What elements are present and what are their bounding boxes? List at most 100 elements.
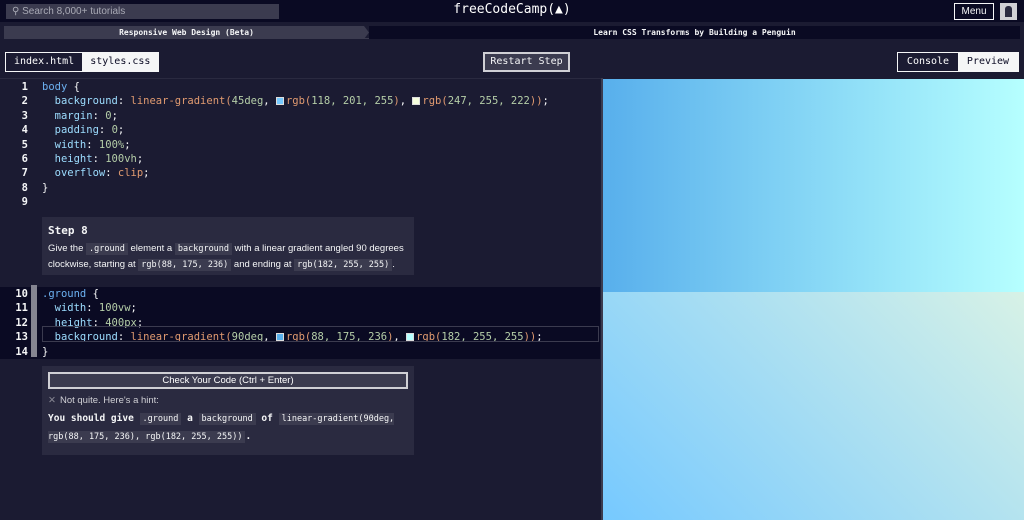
- line-number: 1: [21, 81, 28, 93]
- logo-text-close: ): [562, 2, 571, 17]
- inline-code: rgb(88, 175, 236): [138, 259, 232, 271]
- code-token: width: [42, 302, 87, 315]
- text: Give the: [48, 243, 87, 254]
- tab-index-html[interactable]: index.html: [6, 53, 83, 71]
- line-number: 12: [15, 316, 28, 329]
- code-token: background: [42, 95, 118, 108]
- code-line[interactable]: 11 width: 100vw;: [0, 301, 600, 316]
- code-token: 118, 201, 255: [311, 95, 394, 108]
- line-number: 9: [21, 196, 28, 209]
- breadcrumb-superblock[interactable]: Responsive Web Design (Beta): [4, 26, 369, 39]
- code-token: }: [42, 345, 49, 358]
- code-token: 45deg: [231, 95, 264, 108]
- logo-text: freeCodeCamp(: [453, 2, 556, 17]
- code-text: margin: 0;: [42, 109, 118, 123]
- breadcrumb: Responsive Web Design (Beta) Learn CSS T…: [4, 26, 1020, 39]
- code-token: 100vh: [105, 153, 137, 165]
- code-line[interactable]: 3 margin: 0;: [0, 109, 600, 123]
- code-text: height: 100vh;: [42, 152, 144, 166]
- code-token: :: [92, 153, 106, 165]
- line-number: 2: [21, 95, 28, 108]
- code-token: :: [86, 138, 99, 151]
- editable-region-marker: [31, 285, 37, 357]
- code-token: :: [92, 109, 106, 122]
- code-token: margin: [42, 109, 93, 122]
- line-number: 13: [15, 331, 28, 344]
- tab-preview[interactable]: Preview: [958, 53, 1018, 71]
- code-token: {: [92, 288, 99, 300]
- hint-status: ✕ Not quite. Here's a hint:: [48, 395, 408, 406]
- close-icon: ✕: [48, 395, 56, 406]
- code-line[interactable]: 8}: [0, 181, 600, 195]
- restart-step-button[interactable]: Restart Step: [483, 52, 570, 72]
- avatar[interactable]: [1000, 3, 1017, 20]
- code-text: width: 100vw;: [42, 301, 137, 315]
- preview-tabs: Console Preview: [897, 52, 1019, 72]
- code-token: ;: [542, 95, 549, 108]
- code-text: width: 100%;: [42, 138, 131, 152]
- code-line[interactable]: 10 .ground {: [0, 287, 600, 302]
- code-token: width: [42, 138, 87, 151]
- code-token: ;: [130, 302, 137, 315]
- check-code-button[interactable]: Check Your Code (Ctrl + Enter): [48, 372, 408, 389]
- hint-status-text: Not quite. Here's a hint:: [59, 395, 159, 406]
- tab-styles-css[interactable]: styles.css: [82, 53, 159, 71]
- code-line[interactable]: 2 background: linear-gradient(45deg, rgb…: [0, 94, 600, 108]
- code-token: height: [42, 153, 93, 165]
- code-text: .ground {: [42, 287, 99, 301]
- code-line[interactable]: 7 overflow: clip;: [0, 166, 600, 180]
- text: of: [255, 413, 279, 424]
- flame-icon: ▲: [555, 2, 563, 17]
- active-line-highlight: [42, 326, 599, 342]
- code-line[interactable]: 1 body {: [0, 80, 600, 94]
- line-number: 10: [15, 288, 28, 300]
- color-swatch-icon: [412, 97, 421, 106]
- code-line[interactable]: 6 height: 100vh;: [0, 152, 600, 166]
- test-feedback: Check Your Code (Ctrl + Enter) ✕ Not quit…: [42, 366, 414, 455]
- inline-code: rgb(182, 255, 255): [294, 259, 393, 271]
- menu-button[interactable]: Menu: [954, 3, 994, 20]
- code-line[interactable]: 5 width: 100%;: [0, 138, 600, 152]
- ground-element: [603, 79, 1024, 292]
- line-number: 6: [21, 153, 28, 165]
- code-line[interactable]: 14}: [0, 344, 600, 359]
- top-nav: ⚲ Search 8,000+ tutorials freeCodeCamp(▲…: [0, 0, 1024, 22]
- code-token: ;: [143, 167, 150, 180]
- code-text: overflow: clip;: [42, 166, 150, 180]
- code-token: rgb(: [285, 95, 312, 108]
- code-token: .ground: [42, 288, 93, 300]
- line-number: 8: [21, 181, 28, 194]
- code-text: }: [42, 345, 48, 359]
- inline-code: background: [198, 413, 256, 425]
- code-line[interactable]: 4 padding: 0;: [0, 123, 600, 137]
- inline-code: .ground: [139, 413, 182, 425]
- inline-code: .ground: [86, 243, 128, 255]
- code-token: padding: [42, 124, 99, 137]
- user-icon: [1005, 6, 1012, 17]
- breadcrumb-block[interactable]: Learn CSS Transforms by Building a Pengu…: [369, 26, 1020, 39]
- code-token: 100vw: [98, 302, 131, 315]
- code-token: ;: [117, 124, 125, 137]
- logo[interactable]: freeCodeCamp(▲): [0, 2, 1024, 17]
- hint-text: You should give .ground a background of …: [48, 410, 408, 446]
- text: .: [245, 431, 252, 442]
- inline-code: background: [174, 243, 233, 255]
- code-token: overflow: [42, 167, 106, 180]
- step-description: Step 8 Give the .ground element a backgr…: [42, 217, 414, 275]
- text: a: [181, 413, 199, 424]
- text: .: [392, 259, 395, 270]
- code-line[interactable]: 9: [0, 195, 600, 209]
- code-token: clip: [117, 167, 144, 180]
- line-number: 14: [15, 345, 28, 358]
- code-text: body {: [42, 80, 80, 94]
- text: You should give: [48, 413, 140, 424]
- step-text: Give the .ground element a background wi…: [48, 241, 408, 273]
- code-token: ;: [111, 109, 118, 122]
- code-token: body: [42, 81, 74, 93]
- code-token: :: [98, 124, 112, 137]
- tab-console[interactable]: Console: [898, 53, 958, 71]
- code-token: ,: [399, 95, 413, 108]
- code-token: ;: [136, 153, 144, 165]
- code-token: 100%: [98, 138, 125, 151]
- code-token: }: [42, 181, 49, 194]
